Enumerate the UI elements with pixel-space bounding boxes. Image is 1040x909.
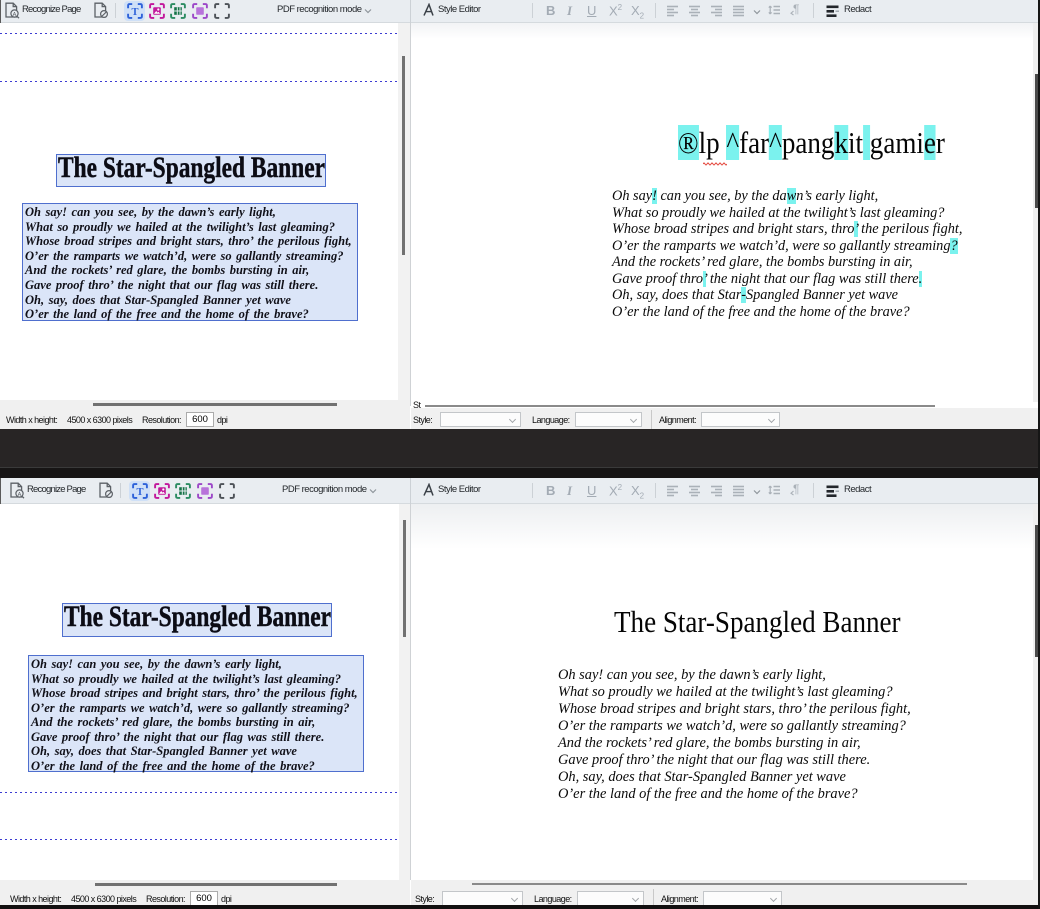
svg-text:¶: ¶ bbox=[793, 482, 799, 496]
svg-text:T: T bbox=[131, 7, 138, 18]
svg-text:T: T bbox=[136, 487, 143, 498]
svg-text:¶: ¶ bbox=[793, 2, 799, 16]
svg-text:A: A bbox=[18, 492, 22, 498]
svg-text:A: A bbox=[13, 12, 17, 18]
